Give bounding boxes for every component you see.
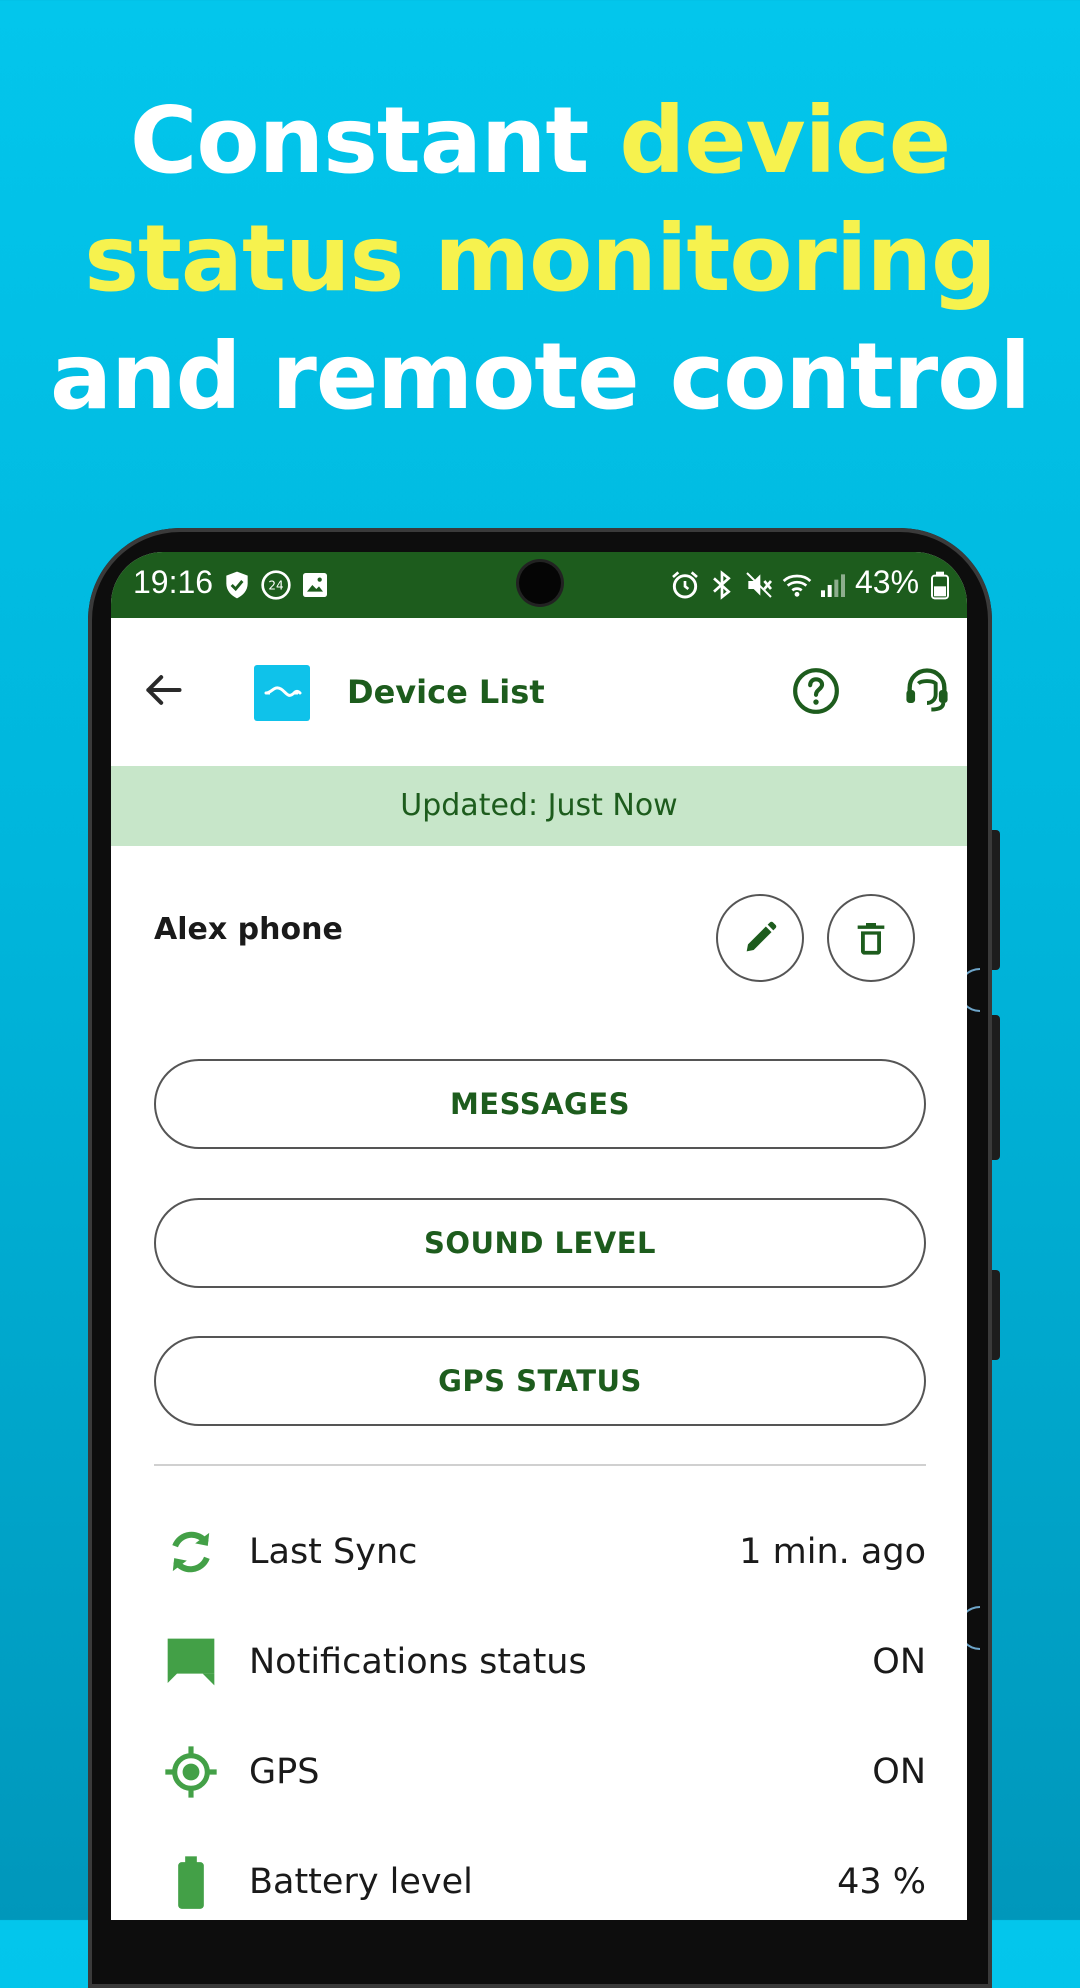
trash-icon (857, 923, 885, 955)
status-value: ON (872, 1752, 926, 1792)
24-hour-icon: 24 (261, 570, 291, 600)
headline-line-1: Constant device (0, 82, 1080, 200)
shield-check-icon (226, 571, 248, 599)
status-label: Notifications status (249, 1642, 587, 1682)
status-row-last-sync: Last Sync 1 min. ago (111, 1512, 967, 1592)
headline-text-white-1: Constant (129, 87, 620, 194)
sound-level-button[interactable]: SOUND LEVEL (154, 1198, 926, 1288)
support-headset-icon[interactable] (901, 664, 953, 716)
status-value: ON (872, 1642, 926, 1682)
status-value: 1 min. ago (739, 1532, 926, 1572)
status-label: Last Sync (249, 1532, 418, 1572)
delete-device-button[interactable] (827, 894, 915, 982)
chat-bubble-icon (167, 1638, 215, 1686)
section-divider (154, 1464, 926, 1466)
mute-icon (746, 572, 773, 598)
phone-screen: 19:16 24 43% Device List Updated: Just N… (111, 552, 967, 1920)
pencil-icon (746, 921, 777, 952)
gps-status-button[interactable]: GPS STATUS (154, 1336, 926, 1426)
battery-icon (178, 1856, 204, 1909)
alarm-icon (672, 571, 698, 599)
back-arrow-icon[interactable] (141, 668, 185, 712)
status-time: 19:16 (133, 564, 214, 600)
svg-text:24: 24 (268, 579, 283, 593)
edit-device-button[interactable] (716, 894, 804, 982)
phone-side-button (992, 1270, 1000, 1360)
signal-icon (821, 574, 845, 597)
sync-icon (172, 1531, 210, 1573)
phone-side-button (992, 830, 1000, 970)
headline-line-3: and remote control (49, 323, 1031, 430)
headline-text-yellow-1: device (619, 87, 951, 194)
status-value: 43 % (837, 1862, 926, 1902)
update-status-banner: Updated: Just Now (111, 766, 967, 846)
messages-button[interactable]: MESSAGES (154, 1059, 926, 1149)
gps-target-icon (165, 1746, 217, 1798)
status-bar: 19:16 24 43% (111, 552, 967, 618)
phone-side-button (992, 1015, 1000, 1160)
status-row-battery: Battery level 43 % (111, 1842, 967, 1920)
headline-line-2: status monitoring (84, 205, 997, 312)
front-camera (519, 562, 561, 604)
wifi-icon (782, 574, 812, 597)
battery-icon (931, 571, 949, 600)
app-title: Device List (347, 673, 545, 711)
status-label: GPS (249, 1752, 320, 1792)
help-icon[interactable] (791, 666, 841, 716)
promo-headline: Constant device status monitoring and re… (0, 82, 1080, 436)
image-icon (303, 573, 327, 597)
status-battery-percent: 43% (855, 564, 920, 600)
app-bar: Device List (111, 618, 967, 764)
status-row-gps: GPS ON (111, 1732, 967, 1812)
app-logo-icon (254, 665, 310, 721)
device-name: Alex phone (154, 912, 343, 947)
bluetooth-icon (713, 570, 731, 600)
status-label: Battery level (249, 1862, 473, 1902)
status-row-notifications: Notifications status ON (111, 1622, 967, 1702)
